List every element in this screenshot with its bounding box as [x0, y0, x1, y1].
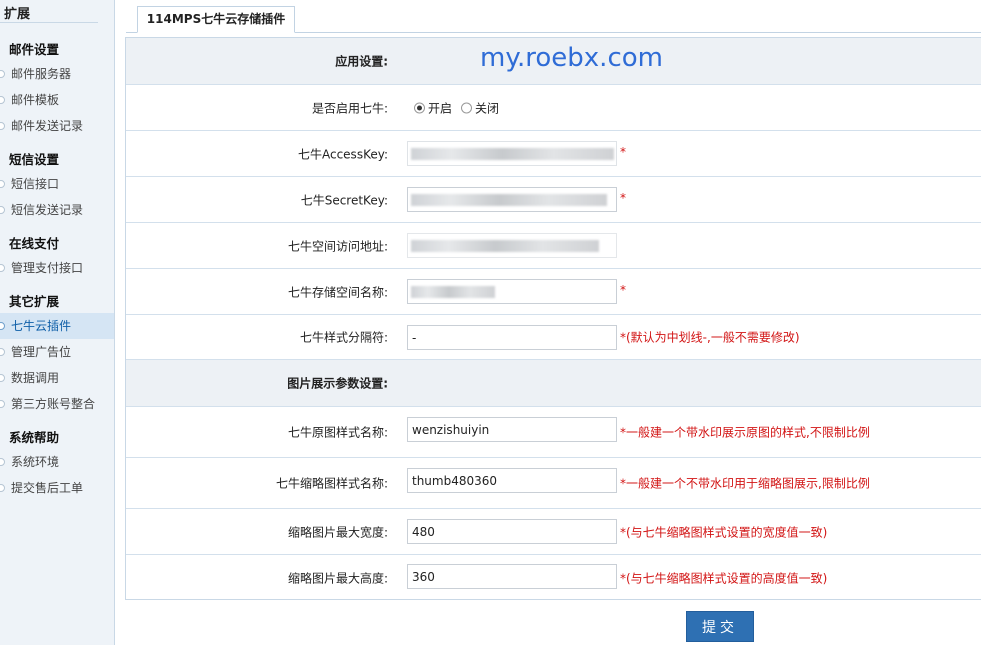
field-label: 缩略图片最大宽度:: [287, 525, 388, 539]
sidebar-header: 扩展: [0, 0, 114, 24]
required-mark: *: [620, 191, 626, 205]
field-label: 缩略图片最大高度:: [287, 571, 388, 585]
sidebar-item-data-call[interactable]: 数据调用: [0, 365, 114, 391]
sidebar-item-mail-server[interactable]: 邮件服务器: [0, 61, 114, 87]
required-mark: *: [620, 283, 626, 297]
row-max-height: 缩略图片最大高度: *(与七牛缩略图样式设置的高度值一致): [126, 555, 981, 600]
field-hint: *(与七牛缩略图样式设置的宽度值一致): [620, 525, 828, 539]
radio-enable-off[interactable]: [461, 102, 472, 113]
separator-input[interactable]: [407, 325, 617, 350]
row-space-name: 七牛存储空间名称: *: [126, 269, 981, 315]
sidebar-item-label: 数据调用: [11, 371, 60, 385]
radio-label-on: 开启: [428, 101, 453, 115]
sidebar-item-mail-template[interactable]: 邮件模板: [0, 87, 114, 113]
settings-form: 应用设置: 是否启用七牛: 开启 关闭 七牛AccessKey: * 七牛Sec…: [125, 37, 981, 600]
required-mark: *: [620, 145, 626, 159]
bullet-icon: [0, 122, 5, 130]
row-enable: 是否启用七牛: 开启 关闭: [126, 85, 981, 131]
sidebar-item-third-party[interactable]: 第三方账号整合: [0, 391, 114, 417]
radio-label-off: 关闭: [475, 101, 500, 115]
sidebar-item-system-env[interactable]: 系统环境: [0, 449, 114, 475]
sidebar-item-label: 邮件服务器: [11, 67, 72, 81]
field-label: 七牛缩略图样式名称:: [275, 476, 388, 491]
row-thumb-style: 七牛缩略图样式名称: *一般建一个不带水印用于缩略图展示,限制比例: [126, 458, 981, 509]
sidebar-item-label: 提交售后工单: [11, 481, 84, 495]
field-hint: *(与七牛缩略图样式设置的高度值一致): [620, 571, 828, 585]
field-hint: *一般建一个不带水印用于缩略图展示,限制比例: [620, 476, 870, 491]
sidebar-item-label: 短信发送记录: [11, 203, 84, 217]
sidebar-group-mail: 邮件设置: [9, 42, 60, 57]
divider: [0, 22, 98, 23]
row-secret-key: 七牛SecretKey: *: [126, 177, 981, 223]
max-width-input[interactable]: [407, 519, 617, 544]
row-separator: 七牛样式分隔符: *(默认为中划线-,一般不需要修改): [126, 315, 981, 360]
bullet-icon: [0, 180, 5, 188]
row-space-url: 七牛空间访问地址:: [126, 223, 981, 269]
bullet-icon: [0, 96, 5, 104]
section-title: 图片展示参数设置:: [287, 376, 388, 391]
orig-style-input[interactable]: [407, 417, 617, 442]
field-label: 七牛存储空间名称:: [287, 285, 388, 299]
sidebar-item-sms-log[interactable]: 短信发送记录: [0, 197, 114, 223]
field-label: 是否启用七牛:: [311, 101, 388, 115]
blurred-value: [411, 194, 607, 206]
sidebar-item-qiniu[interactable]: 七牛云插件: [0, 313, 114, 339]
sidebar-item-payment-api[interactable]: 管理支付接口: [0, 255, 114, 281]
bullet-icon: [0, 264, 5, 272]
bullet-icon: [0, 322, 5, 330]
sidebar-item-label: 系统环境: [11, 455, 60, 469]
sidebar-item-label: 邮件模板: [11, 93, 60, 107]
tab-qiniu-plugin[interactable]: 114MPS七牛云存储插件: [137, 6, 295, 33]
bullet-icon: [0, 206, 5, 214]
bullet-icon: [0, 484, 5, 492]
sidebar-group-sms: 短信设置: [9, 152, 60, 167]
field-label: 七牛AccessKey:: [297, 147, 388, 161]
sidebar: 扩展 邮件设置 邮件服务器 邮件模板 邮件发送记录 短信设置 短信接口 短信发送…: [0, 0, 115, 645]
bullet-icon: [0, 374, 5, 382]
field-label: 七牛样式分隔符:: [299, 330, 388, 345]
section-title: 应用设置:: [335, 54, 388, 69]
max-height-input[interactable]: [407, 564, 617, 589]
radio-enable-on[interactable]: [414, 102, 425, 113]
sidebar-item-label: 管理支付接口: [11, 261, 84, 275]
submit-button[interactable]: 提交: [686, 611, 754, 642]
bullet-icon: [0, 458, 5, 466]
sidebar-item-label: 邮件发送记录: [11, 119, 84, 133]
field-hint: *(默认为中划线-,一般不需要修改): [620, 330, 800, 345]
sidebar-item-ads[interactable]: 管理广告位: [0, 339, 114, 365]
blurred-value: [411, 286, 495, 298]
sidebar-item-label: 第三方账号整合: [11, 397, 96, 411]
sidebar-item-mail-log[interactable]: 邮件发送记录: [0, 113, 114, 139]
sidebar-title: 扩展: [4, 7, 31, 22]
field-hint: *一般建一个带水印展示原图的样式,不限制比例: [620, 425, 870, 440]
sidebar-item-label: 七牛云插件: [11, 319, 72, 333]
watermark-text: my.roebx.com: [480, 43, 663, 73]
sidebar-group-other: 其它扩展: [9, 294, 60, 309]
bullet-icon: [0, 400, 5, 408]
row-access-key: 七牛AccessKey: *: [126, 131, 981, 177]
bullet-icon: [0, 348, 5, 356]
section-header-image: 图片展示参数设置:: [126, 360, 981, 407]
sidebar-item-ticket[interactable]: 提交售后工单: [0, 475, 114, 501]
blurred-value: [411, 240, 599, 252]
blurred-value: [411, 148, 614, 160]
field-label: 七牛SecretKey:: [300, 193, 388, 207]
field-label: 七牛空间访问地址:: [287, 239, 388, 253]
thumb-style-input[interactable]: [407, 468, 617, 493]
bullet-icon: [0, 70, 5, 78]
sidebar-item-label: 短信接口: [11, 177, 60, 191]
sidebar-group-payment: 在线支付: [9, 236, 60, 251]
sidebar-item-sms-api[interactable]: 短信接口: [0, 171, 114, 197]
row-max-width: 缩略图片最大宽度: *(与七牛缩略图样式设置的宽度值一致): [126, 509, 981, 555]
field-label: 七牛原图样式名称:: [287, 425, 388, 440]
sidebar-group-help: 系统帮助: [9, 430, 60, 445]
row-orig-style: 七牛原图样式名称: *一般建一个带水印展示原图的样式,不限制比例: [126, 407, 981, 458]
sidebar-item-label: 管理广告位: [11, 345, 72, 359]
